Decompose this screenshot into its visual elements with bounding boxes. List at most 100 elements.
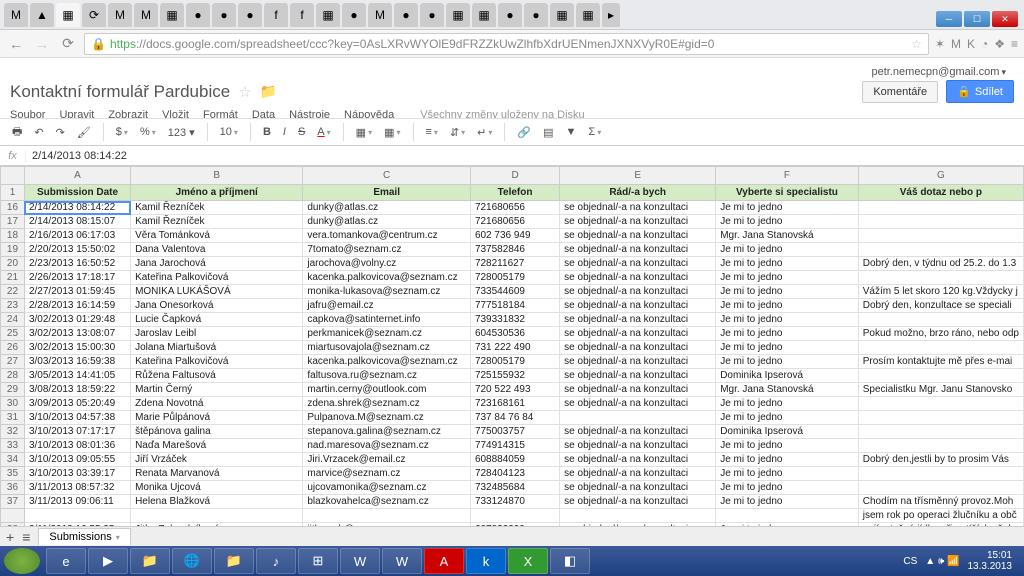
- close-button[interactable]: ✕: [992, 11, 1018, 27]
- functions-button[interactable]: Σ: [584, 123, 605, 141]
- system-tray[interactable]: CS ▲ 🕪 📶 15:0113.3.2013: [903, 550, 1020, 572]
- format-percent[interactable]: %: [136, 123, 160, 141]
- cell[interactable]: vera.tomankova@centrum.cz: [303, 229, 471, 243]
- cell[interactable]: [858, 425, 1023, 439]
- browser-tab[interactable]: ●: [342, 3, 366, 27]
- row-header[interactable]: 27: [1, 355, 25, 369]
- menu-icon[interactable]: ≡: [1011, 37, 1018, 51]
- cell[interactable]: se objednal/-a na konzultaci: [560, 313, 716, 327]
- cell[interactable]: Jaroslav Leibl: [131, 327, 303, 341]
- format-currency[interactable]: $: [112, 123, 132, 141]
- cell[interactable]: Je mi to jedno: [716, 495, 859, 509]
- field-header[interactable]: Telefon: [470, 185, 559, 201]
- cell[interactable]: [560, 509, 716, 523]
- row-header[interactable]: 20: [1, 257, 25, 271]
- task-item[interactable]: X: [508, 548, 548, 574]
- cell[interactable]: 3/05/2013 14:41:05: [24, 369, 130, 383]
- all-sheets-button[interactable]: ≡: [22, 529, 30, 545]
- cell[interactable]: [858, 229, 1023, 243]
- cell[interactable]: Je mi to jedno: [716, 355, 859, 369]
- cell[interactable]: 3/10/2013 09:05:55: [24, 453, 130, 467]
- browser-tab[interactable]: M: [368, 3, 392, 27]
- minimize-button[interactable]: ─: [936, 11, 962, 27]
- account-menu[interactable]: petr.nemecpn@gmail.com▾: [10, 64, 1014, 80]
- row-header[interactable]: 33: [1, 439, 25, 453]
- url-input[interactable]: 🔒 https://docs.google.com/spreadsheet/cc…: [84, 33, 929, 55]
- cell[interactable]: Dobrý den, konzultace se speciali: [858, 299, 1023, 313]
- maximize-button[interactable]: ☐: [964, 11, 990, 27]
- cell[interactable]: 3/11/2013 08:57:32: [24, 481, 130, 495]
- valign-button[interactable]: ⇵: [446, 123, 469, 142]
- row-header[interactable]: 25: [1, 327, 25, 341]
- cell[interactable]: se objednal/-a na konzultaci: [560, 439, 716, 453]
- doc-title[interactable]: Kontaktní formulář Pardubice: [10, 82, 230, 102]
- cell[interactable]: Je mi to jedno: [716, 439, 859, 453]
- cell[interactable]: [858, 313, 1023, 327]
- cell[interactable]: 728211627: [470, 257, 559, 271]
- cell[interactable]: 2/26/2013 17:18:17: [24, 271, 130, 285]
- browser-tab[interactable]: ▦: [316, 3, 340, 27]
- cell[interactable]: martin.cerny@outlook.com: [303, 383, 471, 397]
- cell[interactable]: Dominika Ipserová: [716, 425, 859, 439]
- row-header[interactable]: 19: [1, 243, 25, 257]
- cell[interactable]: 728404123: [470, 467, 559, 481]
- forward-button[interactable]: →: [32, 34, 52, 54]
- cell[interactable]: 3/11/2013 09:06:11: [24, 495, 130, 509]
- cell[interactable]: 3/08/2013 18:59:22: [24, 383, 130, 397]
- task-item[interactable]: 🌐: [172, 548, 212, 574]
- cell[interactable]: 3/10/2013 07:17:17: [24, 425, 130, 439]
- redo-button[interactable]: ↷: [52, 123, 69, 142]
- cell[interactable]: [858, 341, 1023, 355]
- cell[interactable]: 3/10/2013 03:39:17: [24, 467, 130, 481]
- cell[interactable]: 720 522 493: [470, 383, 559, 397]
- cell[interactable]: 721680656: [470, 201, 559, 215]
- cell[interactable]: [858, 215, 1023, 229]
- cell[interactable]: Je mi to jedno: [716, 299, 859, 313]
- cell[interactable]: [131, 509, 303, 523]
- cell[interactable]: 7tomato@seznam.cz: [303, 243, 471, 257]
- cell[interactable]: 774914315: [470, 439, 559, 453]
- browser-tab-active[interactable]: ▦: [56, 3, 80, 27]
- cell[interactable]: zdena.shrek@seznam.cz: [303, 397, 471, 411]
- ext-icon[interactable]: K: [967, 37, 975, 51]
- cell[interactable]: Jana Onesorková: [131, 299, 303, 313]
- cell[interactable]: se objednal/-a na konzultaci: [560, 453, 716, 467]
- task-item[interactable]: k: [466, 548, 506, 574]
- browser-tab[interactable]: ▦: [160, 3, 184, 27]
- start-button[interactable]: [4, 548, 40, 574]
- cell[interactable]: Martin Černý: [131, 383, 303, 397]
- cell[interactable]: monika-lukasova@seznam.cz: [303, 285, 471, 299]
- row-header[interactable]: 36: [1, 481, 25, 495]
- task-item[interactable]: 📁: [130, 548, 170, 574]
- cell[interactable]: Chodím na třísměnný provoz.Moh: [858, 495, 1023, 509]
- print-button[interactable]: 🖶: [8, 120, 26, 145]
- row-header[interactable]: 28: [1, 369, 25, 383]
- cell[interactable]: [858, 243, 1023, 257]
- task-item[interactable]: ⊞: [298, 548, 338, 574]
- share-button[interactable]: 🔒Sdílet: [946, 80, 1014, 103]
- cell[interactable]: stepanova.galina@seznam.cz: [303, 425, 471, 439]
- cell[interactable]: se objednal/-a na konzultaci: [560, 341, 716, 355]
- spreadsheet-grid[interactable]: ABCDEFG1Submission DateJméno a příjmeníE…: [0, 166, 1024, 526]
- cell[interactable]: 737582846: [470, 243, 559, 257]
- cell[interactable]: 732485684: [470, 481, 559, 495]
- row-header[interactable]: 22: [1, 285, 25, 299]
- col-header[interactable]: D: [470, 167, 559, 185]
- cell[interactable]: Je mi to jedno: [716, 257, 859, 271]
- row-header[interactable]: 30: [1, 397, 25, 411]
- cell[interactable]: 2/16/2013 06:17:03: [24, 229, 130, 243]
- cell[interactable]: perkmanicek@seznam.cz: [303, 327, 471, 341]
- cell[interactable]: faltusova.ru@seznam.cz: [303, 369, 471, 383]
- browser-tab[interactable]: M: [4, 3, 28, 27]
- browser-tab[interactable]: f: [264, 3, 288, 27]
- cell[interactable]: Zdena Novotná: [131, 397, 303, 411]
- cell[interactable]: 2/14/2013 08:15:07: [24, 215, 130, 229]
- cell[interactable]: 604530536: [470, 327, 559, 341]
- cell[interactable]: 2/28/2013 16:14:59: [24, 299, 130, 313]
- row-header[interactable]: 31: [1, 411, 25, 425]
- new-tab-button[interactable]: ▸: [602, 3, 620, 27]
- cell[interactable]: se objednal/-a na konzultaci: [560, 369, 716, 383]
- cell[interactable]: 608884059: [470, 453, 559, 467]
- cell[interactable]: Pulpanova.M@seznam.cz: [303, 411, 471, 425]
- cell[interactable]: [858, 411, 1023, 425]
